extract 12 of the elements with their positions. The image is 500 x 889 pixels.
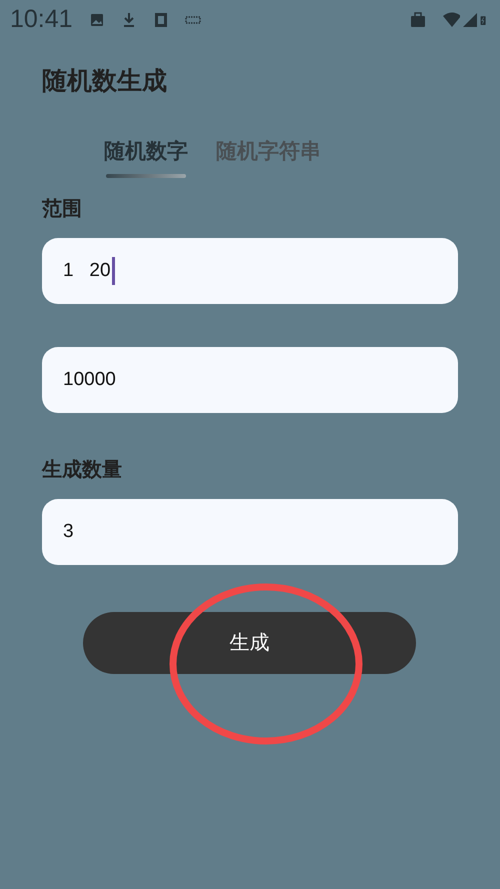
status-time: 10:41 [10,4,73,36]
input-field[interactable]: 3 [42,499,458,565]
wifi-icon [442,12,460,28]
briefcase-icon [410,12,426,28]
image-icon [88,12,105,28]
generate-button[interactable]: 生成 [83,612,416,674]
page-title: 随机数生成 [42,66,168,97]
section-label: 生成数量 [42,458,123,483]
input-field[interactable]: 1 20 [42,238,458,304]
input-field[interactable]: 10000 [42,347,458,413]
signal-icon [462,12,478,28]
section-label: 范围 [42,197,83,222]
